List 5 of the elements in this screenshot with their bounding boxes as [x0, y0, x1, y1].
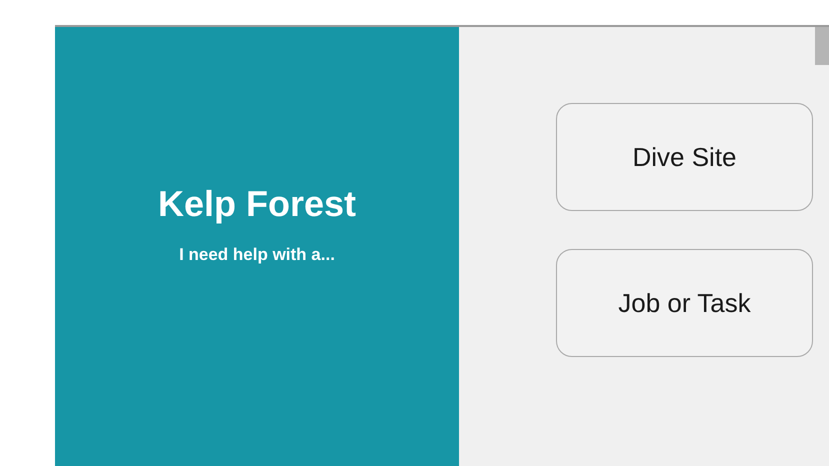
hero-subtitle: I need help with a...: [179, 244, 335, 266]
option-button[interactable]: Dive Site: [556, 103, 813, 211]
hero-title: Kelp Forest: [158, 186, 356, 222]
option-button[interactable]: Job or Task: [556, 249, 813, 357]
scrollbar-thumb[interactable]: [815, 27, 829, 65]
